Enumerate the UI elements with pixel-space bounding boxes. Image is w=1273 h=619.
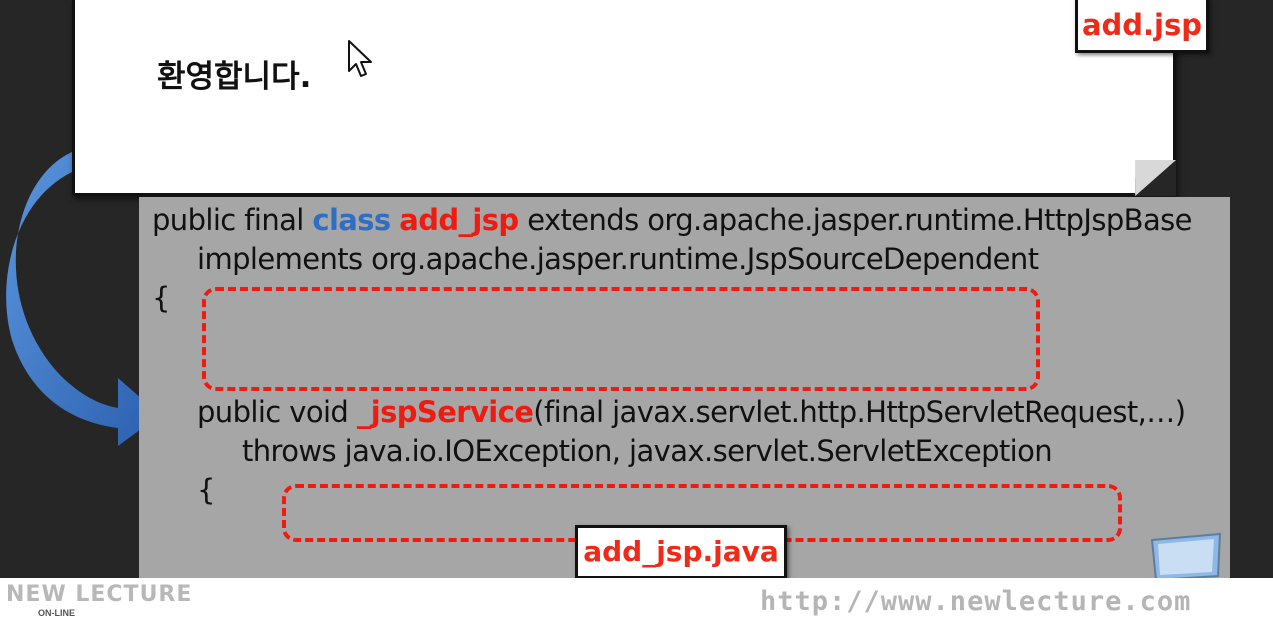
keyword-class-name: add_jsp [399,203,519,237]
code-line-implements: implements org.apache.jasper.runtime.Jsp… [197,242,1039,276]
code-line-throws: throws java.io.IOException, javax.servle… [242,434,1053,468]
code-text: public final [152,203,313,237]
keyword-jspservice: _jspService [356,395,534,429]
code-line-class-declaration: public final class add_jsp extends org.a… [152,203,1192,237]
newlecture-logo: NEW LECTURE [6,582,193,607]
footer-bar: NEW LECTURE ON-LINE http://www.newlectur… [0,578,1273,619]
page-corner-fold [1135,160,1176,196]
code-line-jspservice: public void _jspService(final javax.serv… [197,395,1186,429]
add-jsp-file-label: add.jsp [1075,0,1209,53]
dashed-highlight-box [202,287,1040,391]
website-url: http://www.newlecture.com [760,586,1192,617]
code-panel: public final class add_jsp extends org.a… [139,197,1230,579]
code-text: (final javax.servlet.http.HttpServletReq… [533,395,1186,429]
code-line-open-brace: { [152,281,170,315]
code-text: extends org.apache.jasper.runtime.HttpJs… [518,203,1192,237]
logo-subtitle: ON-LINE [38,608,75,618]
code-line-method-brace: { [197,473,215,507]
slide: 환영합니다. add.jsp public final class add_js… [0,0,1273,607]
browser-output-panel: 환영합니다. [72,0,1176,196]
add-jsp-java-file-label: add_jsp.java [575,525,787,579]
code-text: public void [197,395,357,429]
keyword-class: class [312,203,391,237]
welcome-text: 환영합니다. [157,59,312,95]
mouse-cursor-icon [348,40,372,77]
